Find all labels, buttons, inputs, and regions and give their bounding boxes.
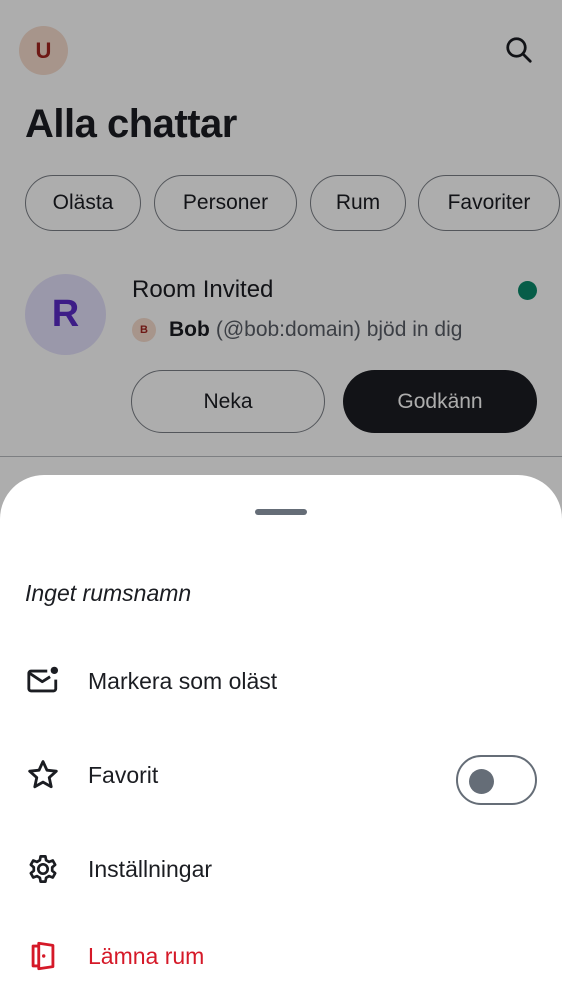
- favourite-label: Favorit: [88, 762, 159, 788]
- settings-item[interactable]: Inställningar: [0, 834, 562, 904]
- settings-label: Inställningar: [88, 856, 213, 882]
- mark-unread-label: Markera som oläst: [88, 668, 278, 694]
- leave-room-item[interactable]: Lämna rum: [0, 921, 562, 991]
- favourite-toggle[interactable]: [456, 755, 537, 805]
- favourite-item[interactable]: Favorit: [0, 740, 562, 810]
- mark-unread-item[interactable]: Markera som oläst: [0, 646, 562, 716]
- sheet-title: Inget rumsnamn: [25, 580, 192, 606]
- leave-door-icon: [25, 938, 61, 974]
- star-icon: [25, 757, 61, 793]
- mark-unread-mail-icon: [25, 663, 61, 699]
- toggle-knob: [469, 769, 494, 794]
- leave-room-label: Lämna rum: [88, 943, 205, 969]
- gear-icon: [25, 851, 61, 887]
- drag-handle[interactable]: [255, 509, 307, 515]
- room-options-bottom-sheet: Inget rumsnamn Markera som oläst Favorit: [0, 475, 562, 1000]
